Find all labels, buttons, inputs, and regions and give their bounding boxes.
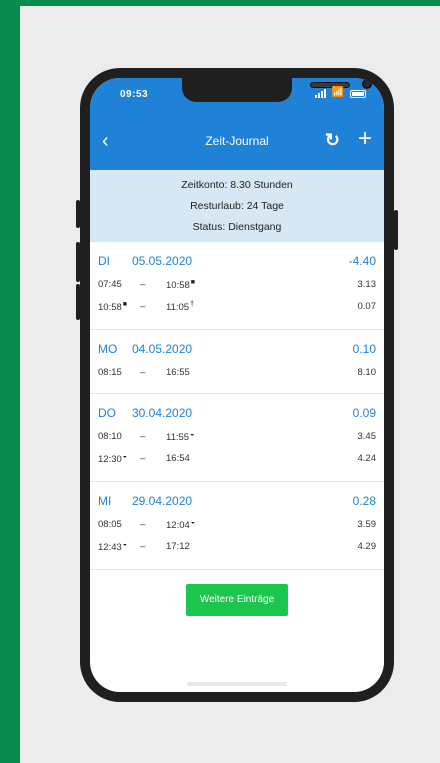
phone-side-button bbox=[394, 210, 398, 250]
day-total: 0.28 bbox=[352, 494, 376, 508]
summary-panel: Zeitkonto: 8.30 Stunden Resturlaub: 24 T… bbox=[90, 170, 384, 242]
home-indicator[interactable] bbox=[187, 682, 287, 686]
day-total: -4.40 bbox=[348, 254, 376, 268]
briefcase-icon: ■ bbox=[122, 301, 128, 308]
briefcase-icon: ■ bbox=[190, 279, 196, 286]
entry-from: 08:15 bbox=[98, 367, 122, 378]
day-weekday: DI bbox=[98, 254, 110, 268]
entry-to: 17:12 bbox=[166, 541, 190, 552]
entry-hours: 8.10 bbox=[357, 367, 377, 378]
entry-separator: – bbox=[140, 541, 146, 552]
resturlaub-text: Resturlaub: 24 Tage bbox=[190, 200, 284, 212]
day-total: 0.09 bbox=[352, 406, 376, 420]
status-text: Status: Dienstgang bbox=[192, 221, 282, 233]
time-entry[interactable]: 07:45 – 10:58■ 3.13 bbox=[90, 274, 384, 296]
zeitkonto-text: Zeitkonto: 8.30 Stunden bbox=[181, 179, 293, 191]
status-time: 09:53 bbox=[120, 89, 149, 100]
journal-list: DI 05.05.2020 -4.40 07:45 – 10:58■ 3.13 … bbox=[90, 242, 384, 570]
entry-separator: – bbox=[140, 453, 146, 464]
status-bar: 09:53 📶 bbox=[90, 78, 384, 114]
cutlery-icon: † bbox=[190, 301, 194, 308]
time-entry[interactable]: 12:43◒ – 17:12 4.29 bbox=[90, 536, 384, 558]
day-weekday: MO bbox=[98, 342, 118, 356]
wifi-icon: 📶 bbox=[331, 87, 344, 98]
entry-separator: – bbox=[140, 367, 146, 378]
entry-hours: 4.24 bbox=[357, 453, 377, 464]
notch bbox=[182, 78, 372, 102]
phone-side-button bbox=[76, 284, 80, 320]
day-date: 05.05.2020 bbox=[132, 254, 193, 268]
time-entry[interactable]: 08:05 – 12:04◒ 3.59 bbox=[90, 514, 384, 536]
day-date: 30.04.2020 bbox=[132, 406, 193, 420]
entry-to: 10:58■ bbox=[166, 279, 196, 292]
signal-icon bbox=[314, 89, 326, 98]
entry-to: 16:55 bbox=[166, 367, 190, 378]
day-group[interactable]: MI 29.04.2020 0.28 08:05 – 12:04◒ 3.59 1… bbox=[90, 482, 384, 570]
day-header: MO 04.05.2020 0.10 bbox=[90, 330, 384, 362]
day-date: 29.04.2020 bbox=[132, 494, 193, 508]
time-entry[interactable]: 12:30◒ – 16:54 4.24 bbox=[90, 448, 384, 470]
entry-separator: – bbox=[140, 519, 146, 530]
entry-from: 08:05 bbox=[98, 519, 122, 530]
entry-hours: 3.13 bbox=[357, 279, 377, 290]
entry-separator: – bbox=[140, 301, 146, 312]
more-entries-button[interactable]: Weitere Einträge bbox=[186, 584, 288, 616]
day-group[interactable]: DI 05.05.2020 -4.40 07:45 – 10:58■ 3.13 … bbox=[90, 242, 384, 330]
entry-hours: 3.45 bbox=[357, 431, 377, 442]
day-weekday: DO bbox=[98, 406, 116, 420]
plus-icon[interactable]: + bbox=[358, 127, 372, 151]
day-header: DO 30.04.2020 0.09 bbox=[90, 394, 384, 426]
coffee-icon: ◒ bbox=[190, 431, 195, 438]
app-screen: 09:53 📶 ‹ Zeit-Journal ↻ + Zeitkonto: 8.… bbox=[90, 78, 384, 692]
day-weekday: MI bbox=[98, 494, 112, 508]
day-header: MI 29.04.2020 0.28 bbox=[90, 482, 384, 514]
entry-from: 07:45 bbox=[98, 279, 122, 290]
entry-to: 11:55◒ bbox=[166, 431, 195, 444]
entry-from: 12:30◒ bbox=[98, 453, 128, 466]
coffee-icon: ◒ bbox=[122, 541, 128, 548]
entry-hours: 4.29 bbox=[357, 541, 377, 552]
entry-separator: – bbox=[140, 431, 146, 442]
entry-to: 11:05† bbox=[166, 301, 194, 314]
entry-from: 12:43◒ bbox=[98, 541, 128, 554]
time-entry[interactable]: 10:58■ – 11:05† 0.07 bbox=[90, 296, 384, 318]
nav-bar: ‹ Zeit-Journal ↻ + bbox=[90, 114, 384, 170]
entry-from: 10:58■ bbox=[98, 301, 128, 314]
day-total: 0.10 bbox=[352, 342, 376, 356]
refresh-icon[interactable]: ↻ bbox=[325, 130, 340, 150]
day-group[interactable]: DO 30.04.2020 0.09 08:10 – 11:55◒ 3.45 1… bbox=[90, 394, 384, 482]
entry-hours: 3.59 bbox=[357, 519, 377, 530]
time-entry[interactable]: 08:15 – 16:55 8.10 bbox=[90, 362, 384, 384]
status-icons: 📶 bbox=[314, 87, 366, 98]
battery-icon bbox=[350, 90, 366, 98]
phone-side-button bbox=[76, 242, 80, 282]
entry-to: 16:54 bbox=[166, 453, 190, 464]
day-date: 04.05.2020 bbox=[132, 342, 193, 356]
time-entry[interactable]: 08:10 – 11:55◒ 3.45 bbox=[90, 426, 384, 448]
day-group[interactable]: MO 04.05.2020 0.10 08:15 – 16:55 8.10 bbox=[90, 330, 384, 394]
phone-side-button bbox=[76, 200, 80, 228]
day-header: DI 05.05.2020 -4.40 bbox=[90, 242, 384, 274]
entry-from: 08:10 bbox=[98, 431, 122, 442]
entry-hours: 0.07 bbox=[357, 301, 377, 312]
entry-separator: – bbox=[140, 279, 146, 290]
coffee-icon: ◒ bbox=[122, 453, 128, 460]
coffee-icon: ◒ bbox=[190, 519, 196, 526]
entry-to: 12:04◒ bbox=[166, 519, 196, 532]
